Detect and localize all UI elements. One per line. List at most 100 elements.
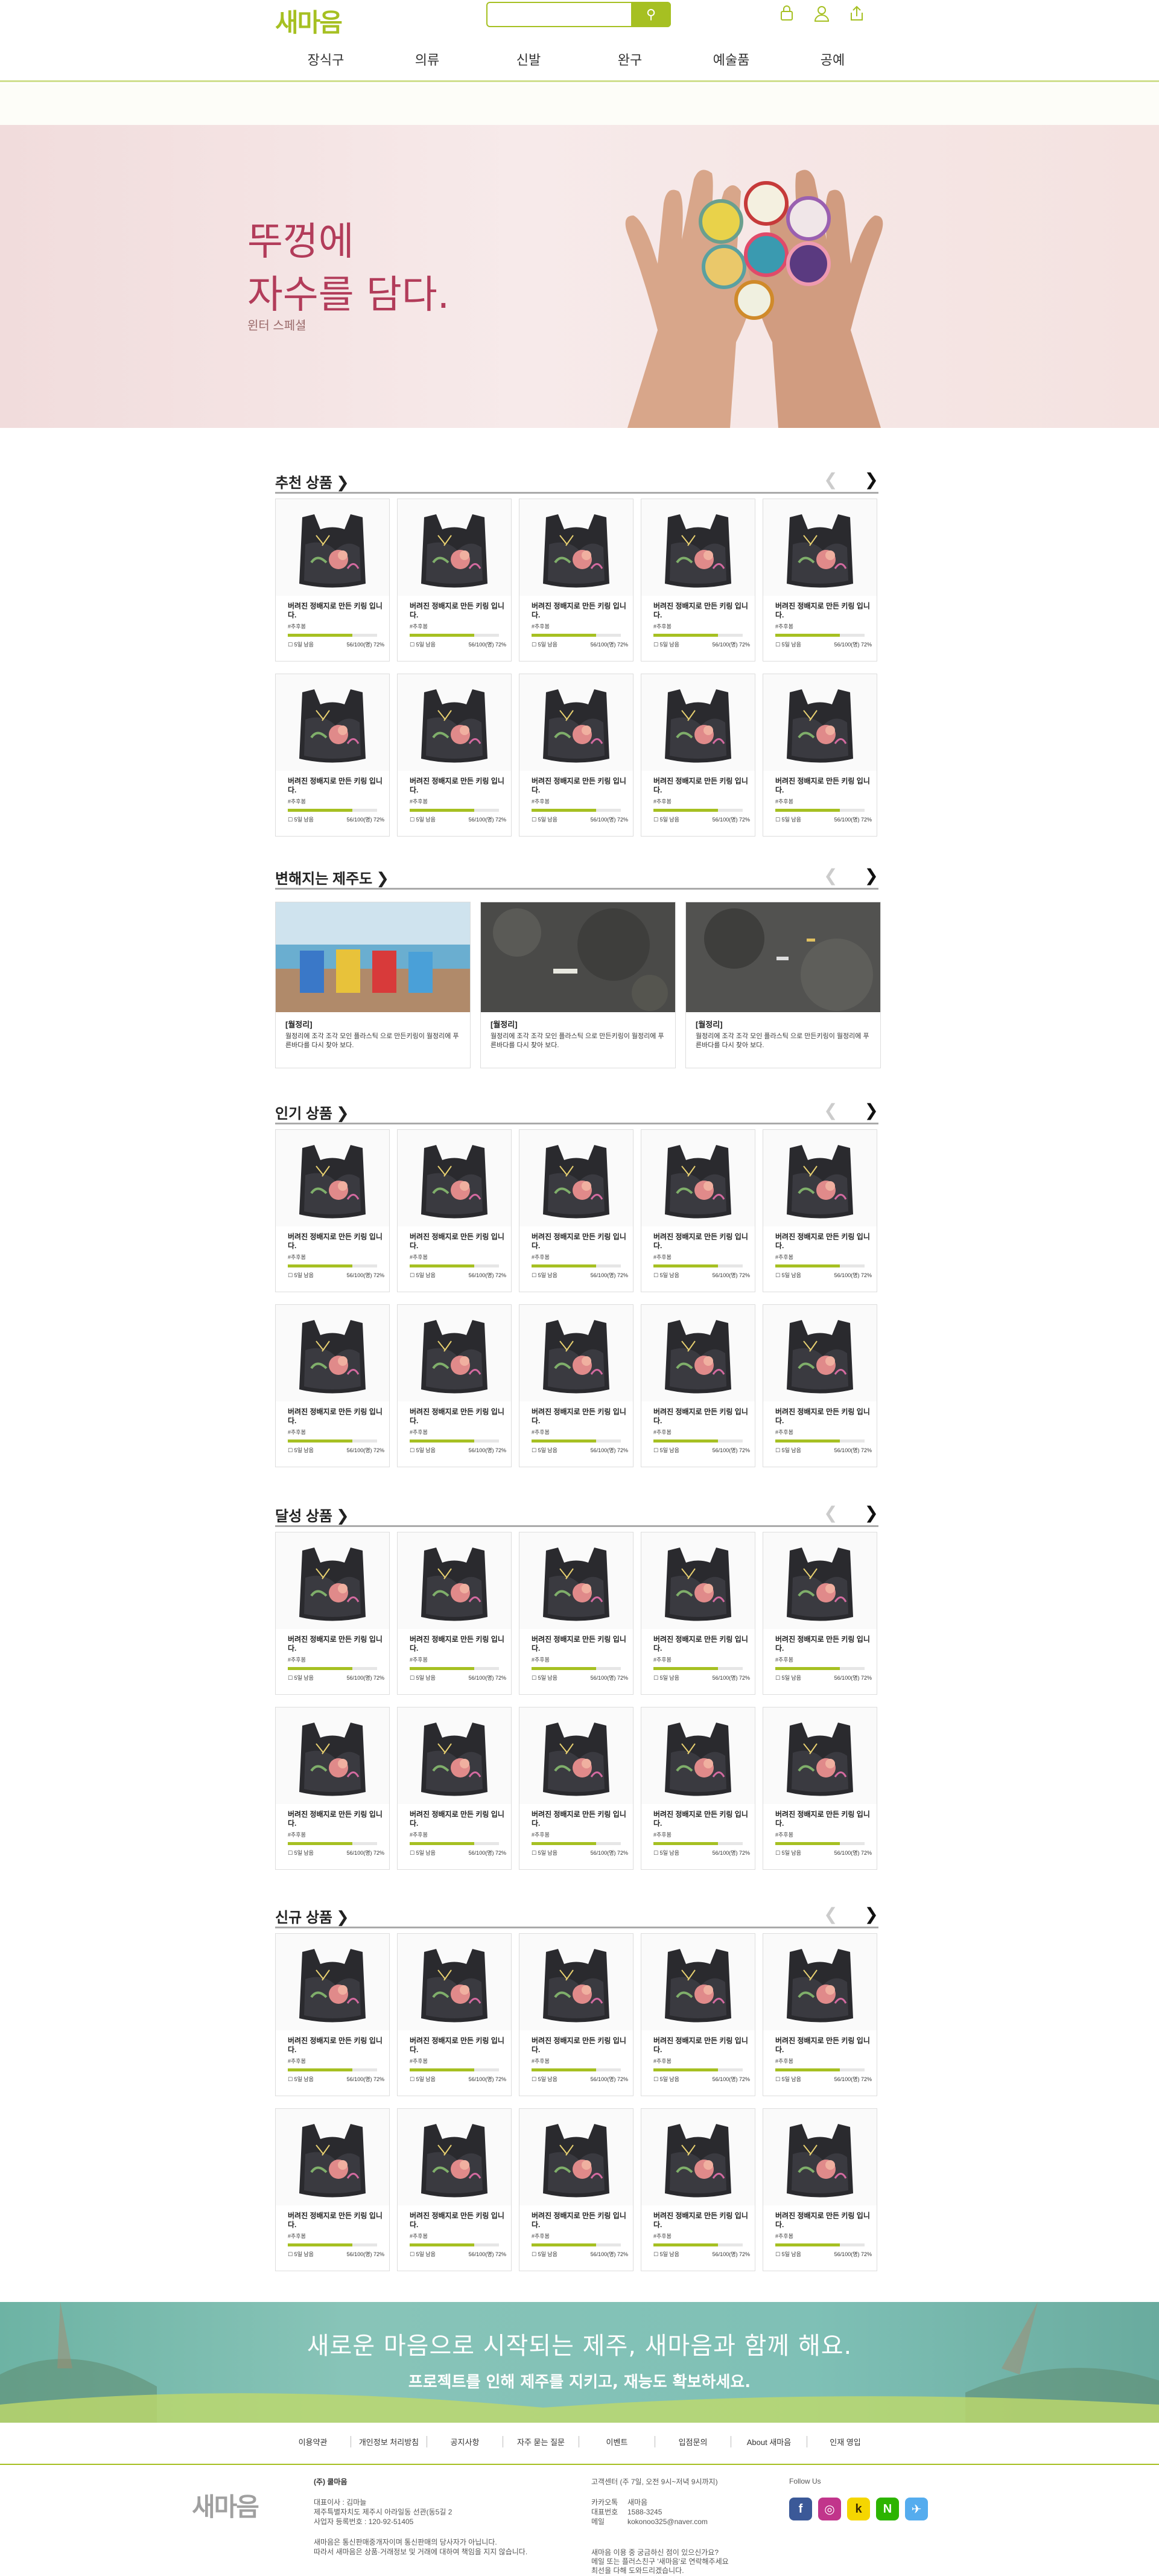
- next-arrow-icon[interactable]: ❯: [865, 1503, 878, 1523]
- prev-arrow-icon[interactable]: ❮: [824, 1904, 837, 1924]
- product-thumbnail[interactable]: [641, 1305, 755, 1401]
- product-card[interactable]: 버려진 정배지로 만든 키링 입니다. #추후봄 ☐ 5일 남음 56/100(명) …: [641, 1707, 755, 1870]
- nav-item[interactable]: 완구: [579, 49, 681, 69]
- footer-nav-item[interactable]: 이벤트: [579, 2436, 655, 2447]
- product-name[interactable]: 버려진 정배지로 만든 키링 입니다.: [763, 771, 877, 796]
- prev-arrow-icon[interactable]: ❮: [824, 1503, 837, 1523]
- product-name[interactable]: 버려진 정배지로 만든 키링 입니다.: [763, 2205, 877, 2231]
- product-name[interactable]: 버려진 정배지로 만든 키링 입니다.: [276, 1226, 389, 1252]
- product-thumbnail[interactable]: [398, 1707, 511, 1804]
- product-card[interactable]: 버려진 정배지로 만든 키링 입니다. #추후봄 ☐ 5일 남음 56/100(명) …: [763, 1707, 877, 1870]
- product-thumbnail[interactable]: [398, 1532, 511, 1629]
- product-thumbnail[interactable]: [641, 1532, 755, 1629]
- product-thumbnail[interactable]: [519, 1532, 633, 1629]
- product-thumbnail[interactable]: [519, 2109, 633, 2205]
- footer-nav-item[interactable]: 공지사항: [427, 2436, 503, 2447]
- product-name[interactable]: 버려진 정배지로 만든 키링 입니다.: [398, 1226, 511, 1252]
- product-name[interactable]: 버려진 정배지로 만든 키링 입니다.: [641, 1401, 755, 1427]
- product-name[interactable]: 버려진 정배지로 만든 키링 입니다.: [641, 2030, 755, 2056]
- product-thumbnail[interactable]: [276, 1130, 389, 1226]
- product-name[interactable]: 버려진 정배지로 만든 키링 입니다.: [519, 1226, 633, 1252]
- product-card[interactable]: 버려진 정배지로 만든 키링 입니다. #추후봄 ☐ 5일 남음 56/100(명) …: [275, 1933, 390, 2096]
- twitter-icon[interactable]: ✈: [905, 2498, 928, 2520]
- footer-nav-item[interactable]: 입점문의: [655, 2436, 731, 2447]
- product-name[interactable]: 버려진 정배지로 만든 키링 입니다.: [519, 1804, 633, 1829]
- product-thumbnail[interactable]: [641, 1934, 755, 2030]
- hero-banner[interactable]: 뚜껑에 자수를 담다. 윈터 스페셜: [0, 125, 1159, 428]
- product-thumbnail[interactable]: [398, 2109, 511, 2205]
- product-thumbnail[interactable]: [763, 1532, 877, 1629]
- product-name[interactable]: 버려진 정배지로 만든 키링 입니다.: [763, 1804, 877, 1829]
- product-name[interactable]: 버려진 정배지로 만든 키링 입니다.: [519, 596, 633, 621]
- product-name[interactable]: 버려진 정배지로 만든 키링 입니다.: [398, 1804, 511, 1829]
- product-card[interactable]: 버려진 정배지로 만든 키링 입니다. #추후봄 ☐ 5일 남음 56/100(명) …: [397, 2108, 512, 2271]
- next-arrow-icon[interactable]: ❯: [865, 866, 878, 885]
- nav-item[interactable]: 공예: [782, 49, 883, 69]
- product-card[interactable]: 버려진 정배지로 만든 키링 입니다. #추후봄 ☐ 5일 남음 56/100(명) …: [397, 1933, 512, 2096]
- product-name[interactable]: 버려진 정배지로 만든 키링 입니다.: [276, 1629, 389, 1654]
- nav-item[interactable]: 예술품: [681, 49, 782, 69]
- product-name[interactable]: 버려진 정배지로 만든 키링 입니다.: [641, 1629, 755, 1654]
- product-thumbnail[interactable]: [519, 1130, 633, 1226]
- product-name[interactable]: 버려진 정배지로 만든 키링 입니다.: [276, 1401, 389, 1427]
- footer-nav-item[interactable]: 인재 영입: [807, 2436, 883, 2447]
- product-name[interactable]: 버려진 정배지로 만든 키링 입니다.: [641, 2205, 755, 2231]
- product-name[interactable]: 버려진 정배지로 만든 키링 입니다.: [763, 1629, 877, 1654]
- product-card[interactable]: 버려진 정배지로 만든 키링 입니다. #추후봄 ☐ 5일 남음 56/100(명) …: [519, 2108, 633, 2271]
- product-name[interactable]: 버려진 정배지로 만든 키링 입니다.: [641, 1226, 755, 1252]
- product-card[interactable]: 버려진 정배지로 만든 키링 입니다. #추후봄 ☐ 5일 남음 56/100(명) …: [763, 1129, 877, 1292]
- next-arrow-icon[interactable]: ❯: [865, 470, 878, 489]
- product-card[interactable]: 버려진 정배지로 만든 키링 입니다. #추후봄 ☐ 5일 남음 56/100(명) …: [397, 1532, 512, 1695]
- product-thumbnail[interactable]: [398, 1130, 511, 1226]
- product-card[interactable]: 버려진 정배지로 만든 키링 입니다. #추후봄 ☐ 5일 남음 56/100(명) …: [519, 674, 633, 837]
- product-name[interactable]: 버려진 정배지로 만든 키링 입니다.: [519, 771, 633, 796]
- product-name[interactable]: 버려진 정배지로 만든 키링 입니다.: [276, 596, 389, 621]
- search-input[interactable]: [487, 3, 626, 26]
- product-name[interactable]: 버려진 정배지로 만든 키링 입니다.: [763, 1401, 877, 1427]
- kakao-icon[interactable]: k: [847, 2498, 870, 2520]
- product-name[interactable]: 버려진 정배지로 만든 키링 입니다.: [276, 771, 389, 796]
- product-card[interactable]: 버려진 정배지로 만든 키링 입니다. #추후봄 ☐ 5일 남음 56/100(명) …: [275, 1129, 390, 1292]
- user-icon[interactable]: [811, 2, 833, 24]
- product-card[interactable]: 버려진 정배지로 만든 키링 입니다. #추후봄 ☐ 5일 남음 56/100(명) …: [397, 1304, 512, 1467]
- product-thumbnail[interactable]: [763, 1934, 877, 2030]
- product-thumbnail[interactable]: [641, 499, 755, 596]
- jeju-card[interactable]: [월정리] 월정리에 조각 조각 모인 플라스틱 으로 만든키링이 월정리에 푸른…: [480, 902, 676, 1068]
- product-thumbnail[interactable]: [519, 1707, 633, 1804]
- next-arrow-icon[interactable]: ❯: [865, 1904, 878, 1924]
- jeju-card[interactable]: [월정리] 월정리에 조각 조각 모인 플라스틱 으로 만든키링이 월정리에 푸른…: [685, 902, 881, 1068]
- share-icon[interactable]: [846, 2, 868, 24]
- product-name[interactable]: 버려진 정배지로 만든 키링 입니다.: [398, 2205, 511, 2231]
- site-logo[interactable]: 새마음: [275, 2, 343, 39]
- product-card[interactable]: 버려진 정배지로 만든 키링 입니다. #추후봄 ☐ 5일 남음 56/100(명) …: [641, 1532, 755, 1695]
- product-name[interactable]: 버려진 정배지로 만든 키링 입니다.: [641, 596, 755, 621]
- product-name[interactable]: 버려진 정배지로 만든 키링 입니다.: [276, 2205, 389, 2231]
- product-name[interactable]: 버려진 정배지로 만든 키링 입니다.: [519, 2030, 633, 2056]
- product-thumbnail[interactable]: [276, 1707, 389, 1804]
- product-name[interactable]: 버려진 정배지로 만든 키링 입니다.: [641, 1804, 755, 1829]
- section-link-recommend[interactable]: 추천 상품: [275, 475, 332, 491]
- product-thumbnail[interactable]: [763, 499, 877, 596]
- section-link-jeju[interactable]: 변해지는 제주도: [275, 871, 372, 887]
- product-thumbnail[interactable]: [398, 1934, 511, 2030]
- product-thumbnail[interactable]: [276, 1532, 389, 1629]
- instagram-icon[interactable]: ◎: [818, 2498, 841, 2520]
- nav-item[interactable]: 의류: [376, 49, 478, 69]
- product-thumbnail[interactable]: [519, 1934, 633, 2030]
- search-button[interactable]: ⚲: [631, 2, 671, 27]
- cs-value[interactable]: kokonoo325@naver.com: [627, 2517, 708, 2527]
- product-thumbnail[interactable]: [641, 674, 755, 771]
- product-card[interactable]: 버려진 정배지로 만든 키링 입니다. #추후봄 ☐ 5일 남음 56/100(명) …: [275, 499, 390, 662]
- promo-banner[interactable]: 새로운 마음으로 시작되는 제주, 새마음과 함께 해요. 프로젝트를 인해 제…: [0, 2302, 1159, 2423]
- prev-arrow-icon[interactable]: ❮: [824, 866, 837, 885]
- product-card[interactable]: 버려진 정배지로 만든 키링 입니다. #추후봄 ☐ 5일 남음 56/100(명) …: [763, 2108, 877, 2271]
- product-thumbnail[interactable]: [276, 2109, 389, 2205]
- product-name[interactable]: 버려진 정배지로 만든 키링 입니다.: [519, 2205, 633, 2231]
- product-card[interactable]: 버려진 정배지로 만든 키링 입니다. #추후봄 ☐ 5일 남음 56/100(명) …: [641, 1129, 755, 1292]
- nav-item[interactable]: 장식구: [275, 49, 376, 69]
- product-card[interactable]: 버려진 정배지로 만든 키링 입니다. #추후봄 ☐ 5일 남음 56/100(명) …: [641, 1304, 755, 1467]
- product-thumbnail[interactable]: [398, 1305, 511, 1401]
- product-name[interactable]: 버려진 정배지로 만든 키링 입니다.: [398, 1629, 511, 1654]
- product-card[interactable]: 버려진 정배지로 만든 키링 입니다. #추후봄 ☐ 5일 남음 56/100(명) …: [641, 674, 755, 837]
- product-card[interactable]: 버려진 정배지로 만든 키링 입니다. #추후봄 ☐ 5일 남음 56/100(명) …: [275, 1707, 390, 1870]
